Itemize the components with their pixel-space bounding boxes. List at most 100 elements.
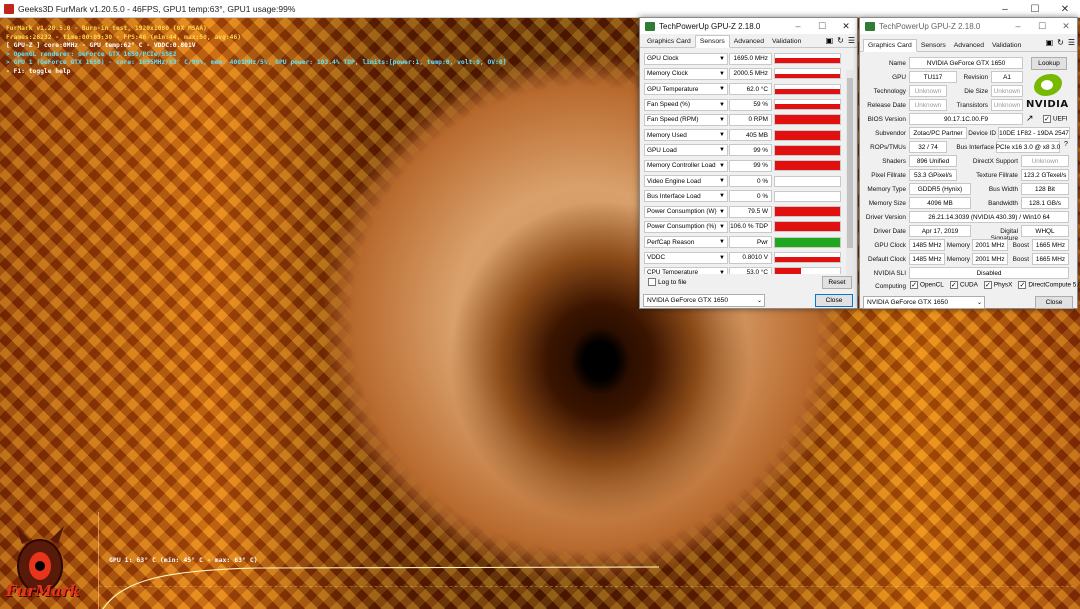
menu-icon[interactable]: ☰ bbox=[848, 36, 855, 45]
gpuz-card-title-bar[interactable]: TechPowerUp GPU-Z 2.18.0 – ☐ ✕ bbox=[860, 18, 1077, 34]
sensor-scrollbar[interactable] bbox=[846, 70, 854, 288]
sensor-row: Bus Interface Load ▼ 0 % bbox=[644, 190, 844, 203]
sensor-graph bbox=[774, 144, 841, 156]
sensor-value: Pwr bbox=[729, 236, 772, 249]
sensor-name-dropdown[interactable]: GPU Temperature ▼ bbox=[644, 83, 728, 96]
sensor-value: 99 % bbox=[729, 159, 772, 172]
help-icon[interactable]: ? bbox=[1064, 141, 1068, 148]
revision-value: A1 bbox=[991, 71, 1023, 83]
die-size-label: Die Size bbox=[964, 88, 988, 95]
sensor-name-dropdown[interactable]: Video Engine Load ▼ bbox=[644, 175, 728, 188]
sensor-row: VDDC ▼ 0.8010 V bbox=[644, 251, 844, 264]
maximize-icon[interactable]: ☐ bbox=[1020, 0, 1050, 18]
tab-sensors[interactable]: Sensors bbox=[917, 40, 950, 51]
release-date-label: Release Date bbox=[867, 102, 906, 109]
camera-icon[interactable]: ▣ bbox=[1046, 38, 1054, 47]
sensor-name-dropdown[interactable]: Fan Speed (%) ▼ bbox=[644, 98, 728, 111]
reset-button[interactable]: Reset bbox=[822, 276, 852, 289]
sensor-row: PerfCap Reason ▼ Pwr bbox=[644, 236, 844, 249]
chevron-down-icon: ▼ bbox=[719, 193, 725, 200]
refresh-icon[interactable]: ↻ bbox=[1057, 38, 1064, 47]
tab-advanced[interactable]: Advanced bbox=[730, 36, 768, 47]
gpu-temp-graph: GPU 1: 63° C (min: 45° C - max: 63° C) bbox=[98, 512, 1074, 609]
nvidia-logo: NVIDIA bbox=[1026, 74, 1070, 114]
sensor-name-dropdown[interactable]: Bus Interface Load ▼ bbox=[644, 190, 728, 203]
boost-clock-label: Boost bbox=[1012, 242, 1029, 249]
log-to-file-checkbox[interactable]: Log to file bbox=[648, 278, 687, 286]
close-button[interactable]: Close bbox=[1035, 296, 1073, 309]
furmark-title-bar[interactable]: Geeks3D FurMark v1.20.5.0 - 46FPS, GPU1 … bbox=[0, 0, 1080, 18]
scrollbar-thumb[interactable] bbox=[847, 78, 853, 248]
sensor-name-dropdown[interactable]: Memory Used ▼ bbox=[644, 129, 728, 142]
tab-graphics-card[interactable]: Graphics Card bbox=[863, 39, 917, 52]
close-button[interactable]: Close bbox=[815, 294, 853, 307]
gpu-value: TU117 bbox=[909, 71, 957, 83]
sensor-name-dropdown[interactable]: VDDC ▼ bbox=[644, 251, 728, 264]
gpuz-app-icon bbox=[645, 21, 655, 31]
sensor-name-dropdown[interactable]: GPU Load ▼ bbox=[644, 144, 728, 157]
sli-label: NVIDIA SLI bbox=[873, 270, 906, 277]
minimize-icon[interactable]: – bbox=[1006, 18, 1030, 34]
tab-validation[interactable]: Validation bbox=[988, 40, 1025, 51]
chevron-down-icon: ▼ bbox=[719, 178, 725, 185]
sensor-name-dropdown[interactable]: GPU Clock ▼ bbox=[644, 52, 728, 65]
memory-size-value: 4096 MB bbox=[909, 197, 971, 209]
sensor-value: 106.0 % TDP bbox=[729, 220, 772, 233]
close-icon[interactable]: ✕ bbox=[1050, 0, 1080, 18]
log-checkbox-box[interactable] bbox=[648, 278, 656, 286]
sensor-name-dropdown[interactable]: Memory Clock ▼ bbox=[644, 67, 728, 80]
osd-line: > GPU 1 (GeForce GTX 1650) - core: 1695M… bbox=[6, 59, 507, 67]
sensor-name: Memory Controller Load bbox=[647, 162, 716, 170]
sensor-name-dropdown[interactable]: Power Consumption (W) ▼ bbox=[644, 205, 728, 218]
gpuz-sensors-title-bar[interactable]: TechPowerUp GPU-Z 2.18.0 – ☐ ✕ bbox=[640, 18, 857, 34]
sensor-value: 53.0 °C bbox=[729, 266, 772, 274]
sensor-graph-fill bbox=[775, 145, 840, 155]
tab-validation[interactable]: Validation bbox=[768, 36, 805, 47]
sensor-name: Power Consumption (%) bbox=[647, 223, 717, 231]
computing-item: ✓ DirectCompute 5.0 bbox=[1018, 281, 1080, 289]
default-clock-label: Default Clock bbox=[867, 256, 906, 263]
uefi-checkbox: ✓ UEFI bbox=[1043, 115, 1068, 123]
tab-graphics-card[interactable]: Graphics Card bbox=[643, 36, 695, 47]
gpu-select-dropdown[interactable]: NVIDIA GeForce GTX 1650 ⌄ bbox=[643, 294, 765, 307]
chevron-down-icon: ▼ bbox=[719, 162, 725, 169]
chevron-down-icon: ⌄ bbox=[976, 300, 982, 306]
chevron-down-icon: ▼ bbox=[719, 55, 725, 62]
chevron-down-icon: ▼ bbox=[719, 116, 725, 123]
gpu-select-value: NVIDIA GeForce GTX 1650 bbox=[867, 299, 948, 306]
pixel-fillrate-value: 53.3 GPixel/s bbox=[909, 169, 957, 181]
sensor-name-dropdown[interactable]: Fan Speed (RPM) ▼ bbox=[644, 113, 728, 126]
release-date-value: Unknown bbox=[909, 99, 947, 111]
gpu-clock-value: 1485 MHz bbox=[909, 239, 945, 251]
sensor-row: GPU Temperature ▼ 62.0 °C bbox=[644, 83, 844, 96]
revision-label: Revision bbox=[963, 74, 988, 81]
menu-icon[interactable]: ☰ bbox=[1068, 38, 1075, 47]
sensor-name-dropdown[interactable]: CPU Temperature ▼ bbox=[644, 266, 728, 274]
tab-sensors[interactable]: Sensors bbox=[694, 35, 730, 48]
camera-icon[interactable]: ▣ bbox=[826, 36, 834, 45]
minimize-icon[interactable]: – bbox=[786, 18, 810, 34]
tab-advanced[interactable]: Advanced bbox=[950, 40, 988, 51]
refresh-icon[interactable]: ↻ bbox=[837, 36, 844, 45]
sensor-graph-fill bbox=[775, 115, 840, 125]
close-icon[interactable]: ✕ bbox=[834, 18, 858, 34]
sensor-list: GPU Clock ▼ 1695.0 MHz Memory Clock ▼ 2000.5 … bbox=[640, 52, 850, 274]
gpu-select-dropdown[interactable]: NVIDIA GeForce GTX 1650 ⌄ bbox=[863, 296, 985, 309]
bios-version-value: 90.17.1C.00.F9 bbox=[909, 113, 1023, 125]
minimize-icon[interactable]: – bbox=[990, 0, 1020, 18]
sensor-name-dropdown[interactable]: Power Consumption (%) ▼ bbox=[644, 220, 728, 233]
sensor-row: Memory Used ▼ 405 MB bbox=[644, 129, 844, 142]
sensor-graph-fill bbox=[775, 58, 840, 64]
sensor-name: GPU Clock bbox=[647, 55, 679, 63]
share-icon[interactable]: ↗ bbox=[1026, 113, 1034, 124]
close-icon[interactable]: ✕ bbox=[1054, 18, 1078, 34]
sensor-value: 405 MB bbox=[729, 129, 772, 142]
sensor-name-dropdown[interactable]: PerfCap Reason ▼ bbox=[644, 236, 728, 249]
subvendor-label: Subvendor bbox=[875, 130, 906, 137]
lookup-button[interactable]: Lookup bbox=[1031, 57, 1067, 70]
maximize-icon[interactable]: ☐ bbox=[810, 18, 834, 34]
gpu-label: GPU bbox=[892, 74, 906, 81]
computing-item-label: DirectCompute 5.0 bbox=[1028, 281, 1080, 289]
maximize-icon[interactable]: ☐ bbox=[1030, 18, 1054, 34]
sensor-name-dropdown[interactable]: Memory Controller Load ▼ bbox=[644, 159, 728, 172]
